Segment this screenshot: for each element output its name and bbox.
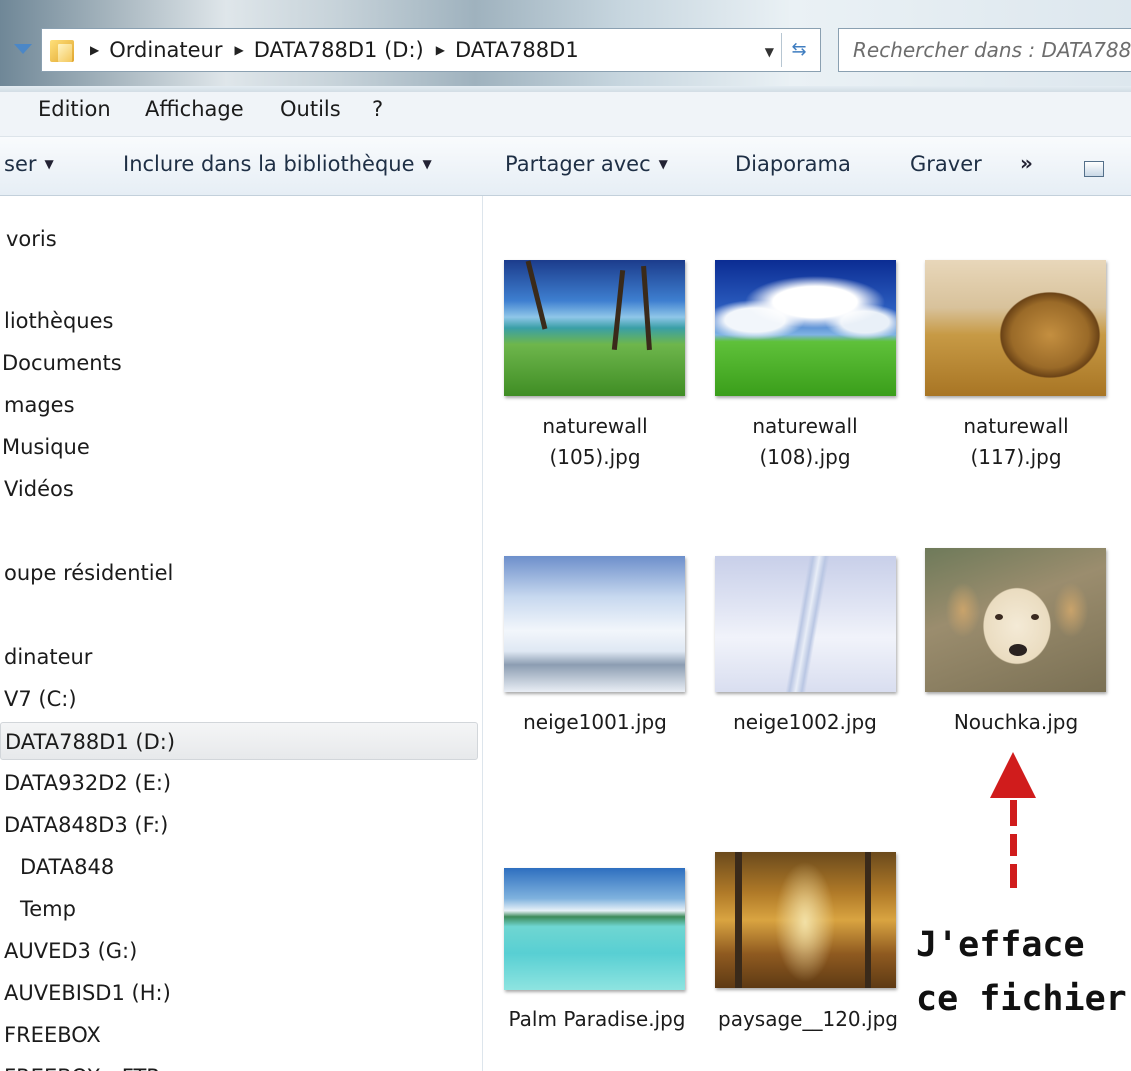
annotation-line-1: J'efface (916, 925, 1085, 965)
thumbnail-snow-road[interactable] (715, 556, 896, 692)
address-history-dropdown-icon[interactable]: ▼ (765, 45, 774, 59)
include-library-button[interactable]: Inclure dans la bibliothèque ▼ (123, 152, 432, 176)
nav-libraries[interactable]: liothèques (4, 302, 482, 340)
file-name-line: (117).jpg (970, 445, 1062, 469)
menu-affichage[interactable]: Affichage (145, 97, 244, 121)
chevron-down-icon: ▼ (658, 157, 668, 171)
breadcrumb-separator-icon[interactable]: ▶ (234, 43, 243, 57)
arrow-dash (1010, 834, 1017, 856)
thumbnail-lagoon[interactable] (504, 868, 685, 990)
slideshow-button[interactable]: Diaporama (735, 152, 851, 176)
arrow-dash (1010, 800, 1017, 826)
thumbnail-beach-palms[interactable] (504, 260, 685, 396)
file-name[interactable]: paysage__120.jpg (703, 1004, 913, 1035)
nav-folder-data848[interactable]: DATA848 (20, 848, 482, 886)
thumbnail-autumn-path[interactable] (715, 852, 896, 988)
organize-button[interactable]: ser ▼ (4, 152, 54, 176)
palm-trunk (611, 269, 626, 351)
palm-trunk (641, 265, 652, 351)
file-name[interactable]: neige1001.jpg (490, 707, 700, 738)
more-commands-button[interactable]: » (1020, 151, 1033, 175)
burn-button[interactable]: Graver (910, 152, 982, 176)
annotation-line-2: ce fichier (916, 979, 1127, 1019)
share-with-label: Partager avec (505, 152, 651, 176)
file-name[interactable]: Palm Paradise.jpg (492, 1004, 702, 1035)
breadcrumb-separator-icon[interactable]: ▶ (90, 43, 99, 57)
menu-outils[interactable]: Outils (280, 97, 341, 121)
nav-drive-h[interactable]: AUVEBISD1 (H:) (4, 974, 482, 1012)
dog-eye (995, 614, 1003, 620)
nav-drive-e[interactable]: DATA932D2 (E:) (4, 764, 482, 802)
address-bar-area: ▶ Ordinateur ▶ DATA788D1 (D:) ▶ DATA788D… (0, 0, 1131, 92)
menu-bar: Edition Affichage Outils ? (0, 92, 1131, 137)
file-name[interactable]: naturewall (117).jpg (911, 411, 1121, 473)
file-name-line: naturewall (542, 414, 648, 438)
nav-freebox[interactable]: FREEBOX (4, 1016, 482, 1054)
chevron-down-icon: ▼ (422, 157, 432, 171)
recent-pages-dropdown-icon[interactable] (14, 44, 32, 54)
nav-freebox-ftp[interactable]: FREEBOX - FTP (4, 1058, 482, 1071)
refresh-icon[interactable]: ⇆ (781, 33, 816, 67)
tree-trunk (865, 852, 871, 988)
nav-favorites[interactable]: voris (6, 220, 482, 258)
tree-trunk (735, 852, 742, 988)
nav-music[interactable]: Musique (2, 428, 480, 466)
dog-eye (1031, 614, 1039, 620)
nav-documents[interactable]: Documents (2, 344, 480, 382)
menu-edition[interactable]: Edition (38, 97, 111, 121)
chevron-down-icon: ▼ (44, 157, 54, 171)
nav-folder-temp[interactable]: Temp (20, 890, 482, 928)
nav-images[interactable]: mages (4, 386, 482, 424)
nav-homegroup[interactable]: oupe résidentiel (4, 554, 482, 592)
nav-drive-f[interactable]: DATA848D3 (F:) (4, 806, 482, 844)
file-name[interactable]: Nouchka.jpg (911, 707, 1121, 738)
red-arrow-icon (990, 752, 1036, 798)
file-name-line: naturewall (752, 414, 858, 438)
breadcrumb-ordinateur[interactable]: Ordinateur (109, 38, 222, 62)
command-bar: ser ▼ Inclure dans la bibliothèque ▼ Parta… (0, 137, 1131, 196)
file-name-line: (108).jpg (759, 445, 851, 469)
organize-label: ser (4, 152, 37, 176)
nav-drive-d[interactable]: DATA788D1 (D:) (0, 722, 478, 760)
palm-trunk (525, 260, 548, 330)
dog-nose (1009, 644, 1027, 656)
nav-computer[interactable]: dinateur (4, 638, 482, 676)
breadcrumb-drive[interactable]: DATA788D1 (D:) (254, 38, 424, 62)
breadcrumb-folder[interactable]: DATA788D1 (455, 38, 579, 62)
thumbnail-dog[interactable] (925, 548, 1106, 692)
file-name[interactable]: naturewall (105).jpg (490, 411, 700, 473)
thumbnail-hay-bale[interactable] (925, 260, 1106, 396)
nav-videos[interactable]: Vidéos (4, 470, 482, 508)
file-name-line: (105).jpg (549, 445, 641, 469)
folder-icon (48, 36, 78, 64)
file-name-line: naturewall (963, 414, 1069, 438)
menu-help[interactable]: ? (372, 97, 383, 121)
thumbnail-snowy-trees[interactable] (504, 556, 685, 692)
file-name[interactable]: naturewall (108).jpg (700, 411, 910, 473)
include-library-label: Inclure dans la bibliothèque (123, 152, 415, 176)
share-with-button[interactable]: Partager avec ▼ (505, 152, 668, 176)
breadcrumb-separator-icon[interactable]: ▶ (436, 43, 445, 57)
thumbnail-green-field-sky[interactable] (715, 260, 896, 396)
navigation-pane: voris liothèques Documents mages Musique… (0, 196, 483, 1071)
file-name[interactable]: neige1002.jpg (700, 707, 910, 738)
address-bar[interactable]: ▶ Ordinateur ▶ DATA788D1 (D:) ▶ DATA788D… (41, 28, 821, 72)
nav-drive-g[interactable]: AUVED3 (G:) (4, 932, 482, 970)
nav-drive-c[interactable]: V7 (C:) (4, 680, 482, 718)
search-input[interactable]: Rechercher dans : DATA788D1 (838, 28, 1131, 72)
arrow-dash (1010, 864, 1017, 888)
preview-pane-icon[interactable] (1084, 161, 1104, 177)
